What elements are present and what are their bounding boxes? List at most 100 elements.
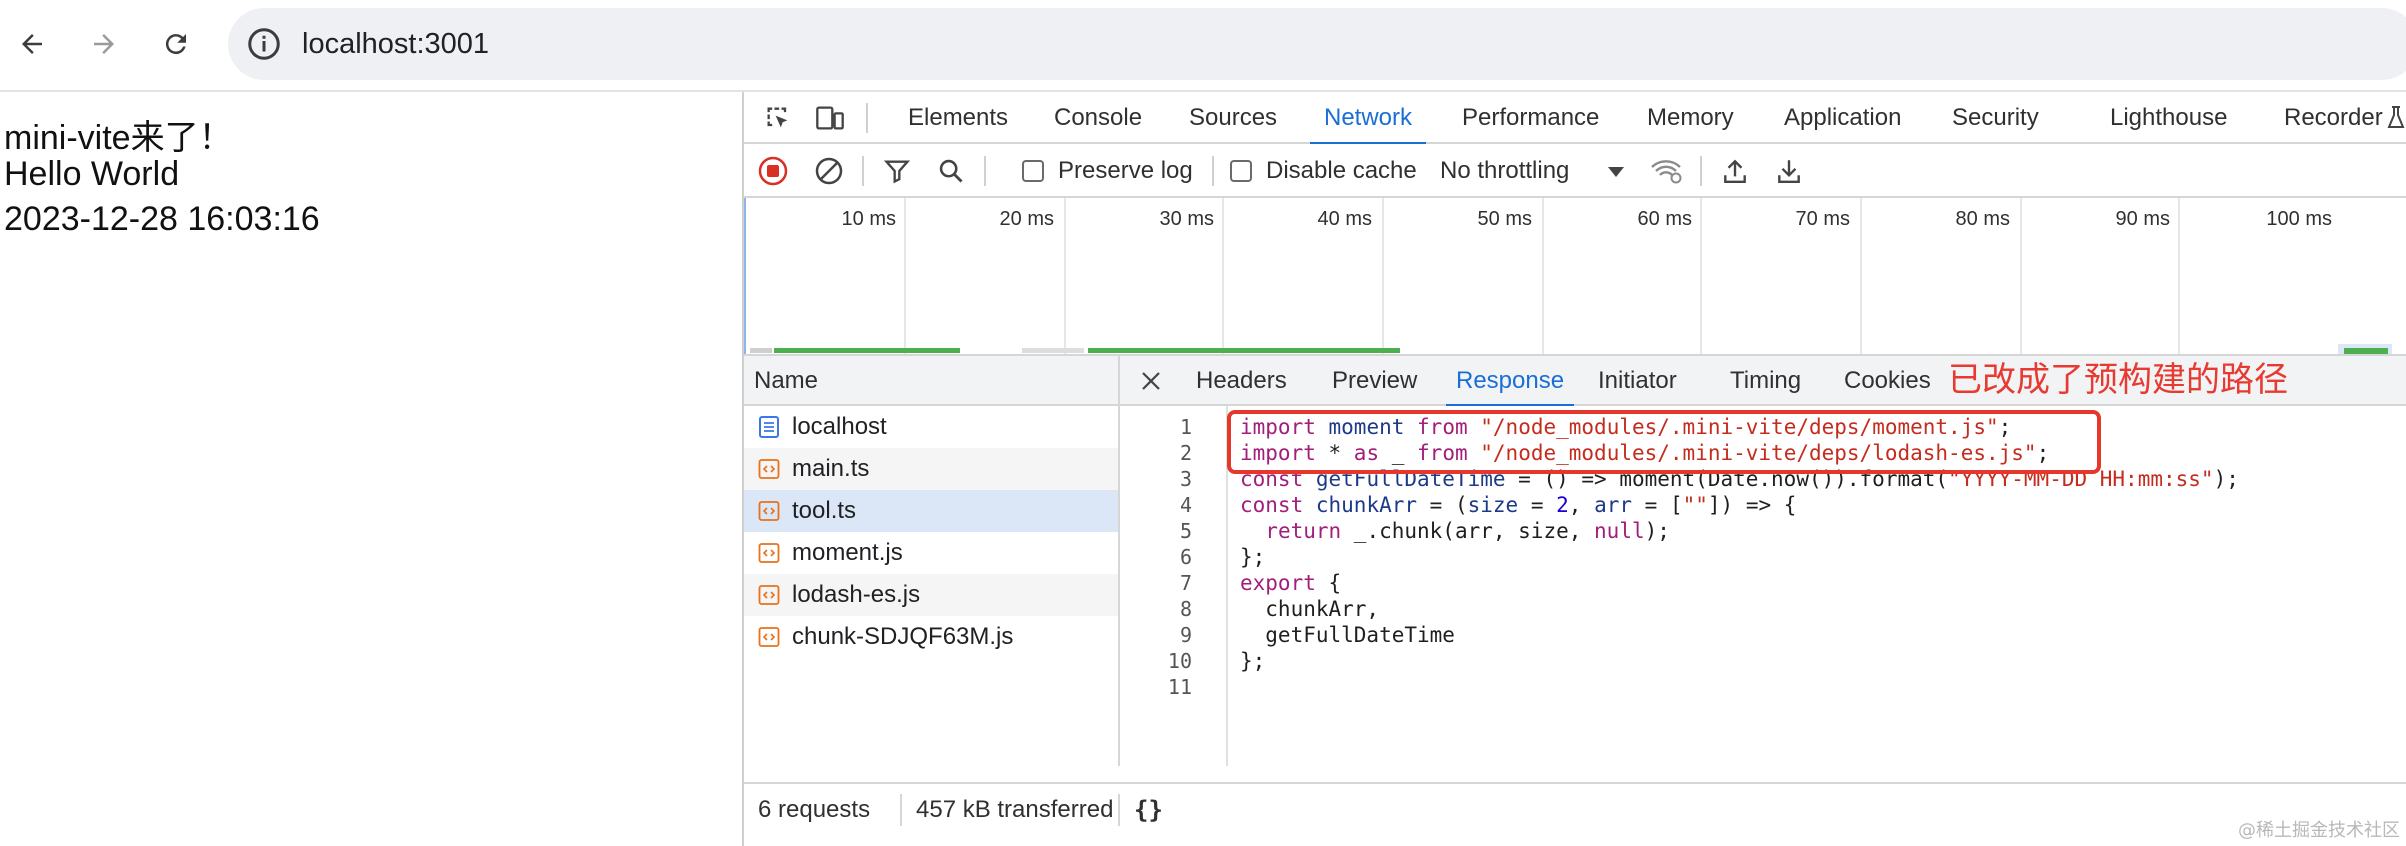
back-button[interactable]	[10, 22, 54, 66]
code-token: chunkArr	[1315, 493, 1418, 517]
separator	[900, 794, 902, 826]
tab-security[interactable]: Security	[1952, 92, 2039, 144]
requests-header[interactable]: Name	[744, 356, 1118, 406]
close-icon	[1142, 372, 1160, 390]
inspect-element-button[interactable]	[762, 102, 794, 134]
script-icon	[758, 585, 780, 605]
request-name[interactable]: chunk-SDJQF63M.js	[792, 616, 1013, 658]
chevron-down-icon[interactable]	[1606, 162, 1626, 182]
code-token: };	[1240, 545, 1266, 569]
tab-response[interactable]: Response	[1445, 356, 1575, 408]
search-button[interactable]	[936, 156, 966, 186]
request-name[interactable]: moment.js	[792, 532, 903, 574]
code-token: 2	[1556, 493, 1569, 517]
preserve-log-checkbox[interactable]	[1022, 160, 1044, 182]
request-row[interactable]: moment.js	[744, 532, 1118, 574]
timeline-tick: 40 ms	[1317, 208, 1372, 230]
close-detail-button[interactable]	[1138, 368, 1164, 394]
tab-application[interactable]: Application	[1784, 92, 1901, 144]
request-name[interactable]: localhost	[792, 406, 887, 448]
request-row[interactable]: localhost	[744, 406, 1118, 448]
request-name[interactable]: tool.ts	[792, 490, 856, 532]
request-name[interactable]: lodash-es.js	[792, 574, 920, 616]
import-har-button[interactable]	[1720, 156, 1750, 186]
page-heading: mini-vite来了！	[4, 119, 233, 157]
search-icon	[939, 159, 963, 183]
code-token: const	[1240, 493, 1304, 517]
pretty-print-button[interactable]: {}	[1134, 784, 1163, 836]
network-conditions-button[interactable]	[1650, 156, 1684, 186]
timeline-tick: 100 ms	[2266, 208, 2332, 230]
page-text: Hello World	[4, 155, 180, 193]
disable-cache-label[interactable]: Disable cache	[1266, 144, 1417, 198]
code-token: };	[1240, 649, 1266, 673]
line-number-gutter: 1 2 3 4 5 6 7 8 9 10 11	[1120, 406, 1228, 766]
separator	[1118, 794, 1120, 826]
request-name[interactable]: main.ts	[792, 448, 869, 490]
page-content: mini-vite来了！ Hello World 2023-12-28 16:0…	[0, 92, 742, 846]
tab-elements[interactable]: Elements	[908, 92, 1008, 144]
inspect-icon	[767, 107, 788, 128]
forward-button[interactable]	[82, 22, 126, 66]
tab-cookies[interactable]: Cookies	[1844, 356, 1931, 406]
script-icon	[758, 501, 780, 521]
address-bar[interactable]: localhost:3001	[228, 8, 2406, 80]
preserve-log-label[interactable]: Preserve log	[1058, 144, 1193, 198]
tab-memory[interactable]: Memory	[1647, 92, 1734, 144]
request-row[interactable]: tool.ts	[744, 490, 1118, 532]
info-circle-icon[interactable]	[246, 26, 282, 62]
clear-button[interactable]	[814, 156, 844, 186]
tab-initiator[interactable]: Initiator	[1598, 356, 1677, 406]
script-icon	[758, 543, 780, 563]
line-number: 11	[1167, 675, 1192, 699]
document-icon	[759, 416, 779, 438]
download-icon	[1778, 160, 1800, 183]
code-line: };	[1240, 648, 1265, 674]
filter-button[interactable]	[882, 156, 912, 186]
timeline-bar	[750, 348, 772, 353]
script-icon	[758, 459, 780, 479]
reload-icon	[165, 34, 186, 55]
tab-timing[interactable]: Timing	[1730, 356, 1801, 406]
separator	[1212, 156, 1214, 186]
url-text[interactable]: localhost:3001	[302, 8, 489, 80]
timeline-gridline	[2020, 198, 2022, 354]
code-token: ""	[1682, 493, 1708, 517]
network-status-bar: 6 requests 457 kB transferred {}	[744, 782, 2406, 834]
disable-cache-checkbox[interactable]	[1230, 160, 1252, 182]
request-row[interactable]: main.ts	[744, 448, 1118, 490]
code-token: return	[1265, 519, 1342, 543]
wifi-settings-icon	[1651, 160, 1682, 184]
tab-sources[interactable]: Sources	[1189, 92, 1277, 144]
code-line: return _.chunk(arr, size, null);	[1240, 518, 1670, 544]
tab-lighthouse[interactable]: Lighthouse	[2110, 92, 2227, 144]
device-toolbar-button[interactable]	[814, 102, 846, 134]
timeline-bar	[774, 348, 960, 353]
timeline-start-marker	[744, 198, 746, 354]
tab-performance[interactable]: Performance	[1462, 92, 1599, 144]
reload-button[interactable]	[154, 22, 198, 66]
export-har-button[interactable]	[1774, 156, 1804, 186]
tab-network[interactable]: Network	[1309, 92, 1427, 146]
network-overview-timeline[interactable]: 10 ms 20 ms 30 ms 40 ms 50 ms 60 ms 70 m…	[744, 198, 2406, 356]
timeline-tick: 90 ms	[2115, 208, 2170, 230]
tab-console[interactable]: Console	[1054, 92, 1142, 144]
request-row[interactable]: chunk-SDJQF63M.js	[744, 616, 1118, 658]
flask-icon	[2384, 104, 2406, 132]
line-number: 6	[1179, 545, 1192, 569]
network-toolbar: Preserve log Disable cache No throttling	[744, 144, 2406, 198]
line-number: 3	[1179, 467, 1192, 491]
timeline-gridline	[1382, 198, 1384, 354]
name-column-header[interactable]: Name	[754, 356, 818, 406]
tab-recorder[interactable]: Recorder	[2284, 92, 2383, 144]
browser-toolbar: localhost:3001	[0, 0, 2406, 92]
request-row[interactable]: lodash-es.js	[744, 574, 1118, 616]
code-token: ]) => {	[1707, 493, 1797, 517]
transferred-size: 457 kB transferred	[916, 796, 1114, 823]
tab-headers[interactable]: Headers	[1196, 356, 1287, 406]
tab-preview[interactable]: Preview	[1332, 356, 1417, 406]
throttling-select[interactable]: No throttling	[1440, 144, 1569, 198]
record-button[interactable]	[758, 156, 788, 186]
